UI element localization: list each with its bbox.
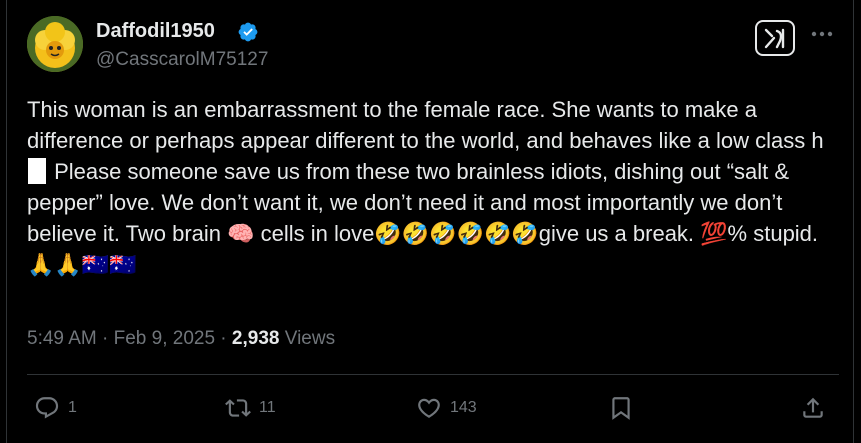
daffodil-avatar-image [27,16,83,72]
more-icon[interactable] [810,22,834,46]
like-button[interactable]: 143 [416,395,477,421]
reply-count: 1 [68,399,77,416]
post-time[interactable]: 5:49 AM [27,328,97,349]
repost-icon [225,399,251,417]
bookmark-icon [612,397,630,420]
post-metadata: 5:49 AM · Feb 9, 2025 · 2,938 Views [27,328,335,350]
share-button[interactable] [800,395,826,421]
post-text: This woman is an embarrassment to the fe… [27,94,839,280]
share-icon [803,397,823,418]
author-handle[interactable]: @CasscarolM75127 [96,49,268,71]
avatar[interactable] [27,16,83,72]
like-icon [418,398,440,418]
post-date[interactable]: Feb 9, 2025 [114,328,215,349]
author-display-name[interactable]: Daffodil1950 [96,20,215,43]
meta-separator: · [96,328,114,349]
grok-button[interactable] [755,20,795,56]
meta-separator: · [215,328,232,349]
views-label: Views [279,328,336,349]
views-count: 2,938 [231,328,280,349]
post-text-part-2: Please someone save us from these two br… [27,159,825,277]
redaction-box [28,158,46,184]
grok-icon [764,28,785,49]
reply-button[interactable]: 1 [34,395,77,421]
divider [27,374,839,375]
repost-button[interactable]: 11 [225,395,276,421]
post-text-part-1: This woman is an embarrassment to the fe… [27,97,824,153]
bookmark-button[interactable] [608,395,634,421]
like-count: 143 [450,399,477,416]
repost-count: 11 [259,399,276,416]
reply-icon [35,397,59,419]
verified-badge-icon [237,21,259,43]
